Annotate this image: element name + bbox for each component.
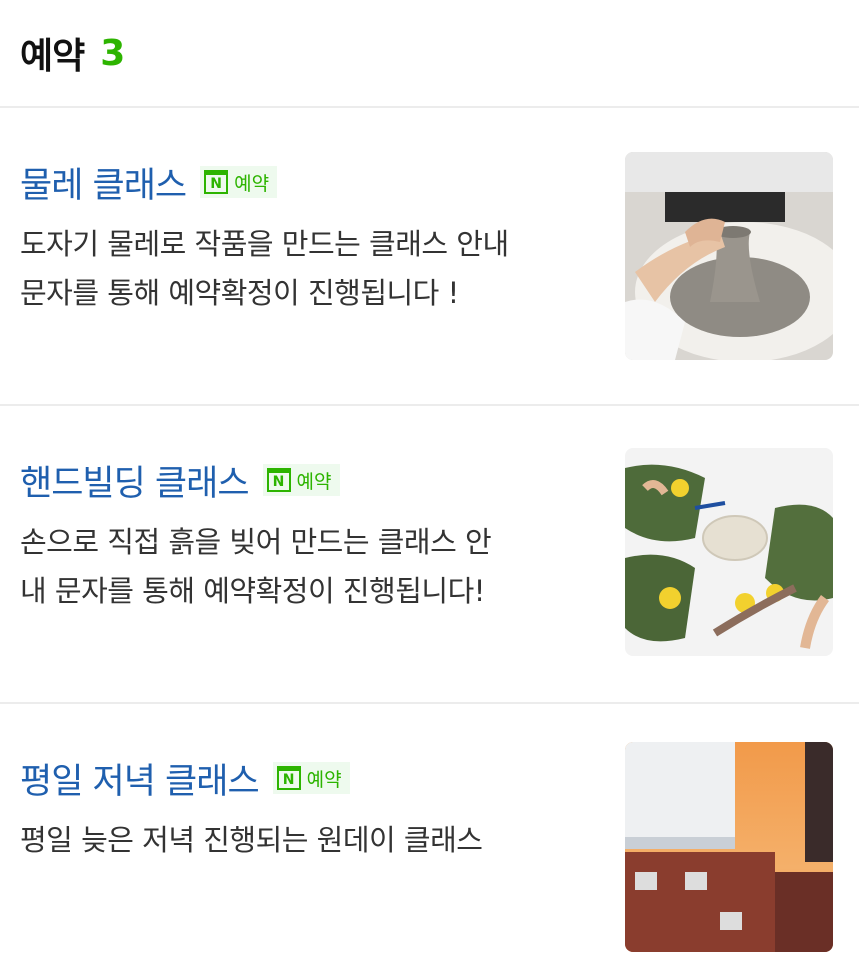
booking-badge: N 예약: [262, 464, 340, 496]
naver-booking-icon: N: [204, 170, 229, 194]
pottery-wheel-photo[interactable]: [625, 152, 833, 360]
item-text: 평일 저녁 클래스 N 예약 평일 늦은 저녁 진행되는 원데이 클래스: [20, 754, 610, 865]
section-header: 예약 3: [0, 0, 859, 108]
list-item[interactable]: 평일 저녁 클래스 N 예약 평일 늦은 저녁 진행되는 원데이 클래스: [0, 704, 859, 971]
item-title-link[interactable]: 물레 클래스: [20, 157, 187, 208]
item-description: 평일 늦은 저녁 진행되는 원데이 클래스: [20, 816, 610, 865]
title-row: 핸드빌딩 클래스 N 예약: [20, 456, 610, 504]
title-row: 평일 저녁 클래스 N 예약: [20, 754, 610, 802]
item-description: 손으로 직접 흙을 빚어 만드는 클래스 안 내 문자를 통해 예약확정이 진행…: [20, 518, 610, 616]
booking-badge: N 예약: [200, 166, 278, 198]
item-title-link[interactable]: 핸드빌딩 클래스: [20, 455, 250, 506]
list-item[interactable]: 물레 클래스 N 예약 도자기 물레로 작품을 만드는 클래스 안내 문자를 통…: [0, 108, 859, 406]
item-text: 핸드빌딩 클래스 N 예약 손으로 직접 흙을 빚어 만드는 클래스 안 내 문…: [20, 456, 610, 616]
list-item[interactable]: 핸드빌딩 클래스 N 예약 손으로 직접 흙을 빚어 만드는 클래스 안 내 문…: [0, 406, 859, 704]
naver-booking-icon: N: [276, 766, 301, 790]
naver-booking-icon: N: [266, 468, 291, 492]
booking-badge-label: 예약: [234, 172, 270, 195]
description-line: 내 문자를 통해 예약확정이 진행됩니다!: [20, 574, 485, 608]
item-description: 도자기 물레로 작품을 만드는 클래스 안내 문자를 통해 예약확정이 진행됩니…: [20, 220, 610, 318]
title-row: 물레 클래스 N 예약: [20, 158, 610, 206]
building-sunset-photo[interactable]: [625, 742, 833, 952]
booking-badge: N 예약: [272, 762, 350, 794]
description-line: 손으로 직접 흙을 빚어 만드는 클래스 안: [20, 525, 492, 559]
booking-badge-label: 예약: [306, 768, 342, 791]
item-text: 물레 클래스 N 예약 도자기 물레로 작품을 만드는 클래스 안내 문자를 통…: [20, 158, 610, 318]
description-line: 평일 늦은 저녁 진행되는 원데이 클래스: [20, 823, 483, 857]
booking-badge-label: 예약: [296, 470, 332, 493]
description-line: 도자기 물레로 작품을 만드는 클래스 안내: [20, 227, 509, 261]
booking-count: 3: [100, 32, 126, 74]
description-line: 문자를 통해 예약확정이 진행됩니다 !: [20, 276, 459, 310]
section-title: 예약: [20, 36, 85, 77]
item-title-link[interactable]: 평일 저녁 클래스: [20, 753, 260, 804]
handbuilding-table-photo[interactable]: [625, 448, 833, 656]
